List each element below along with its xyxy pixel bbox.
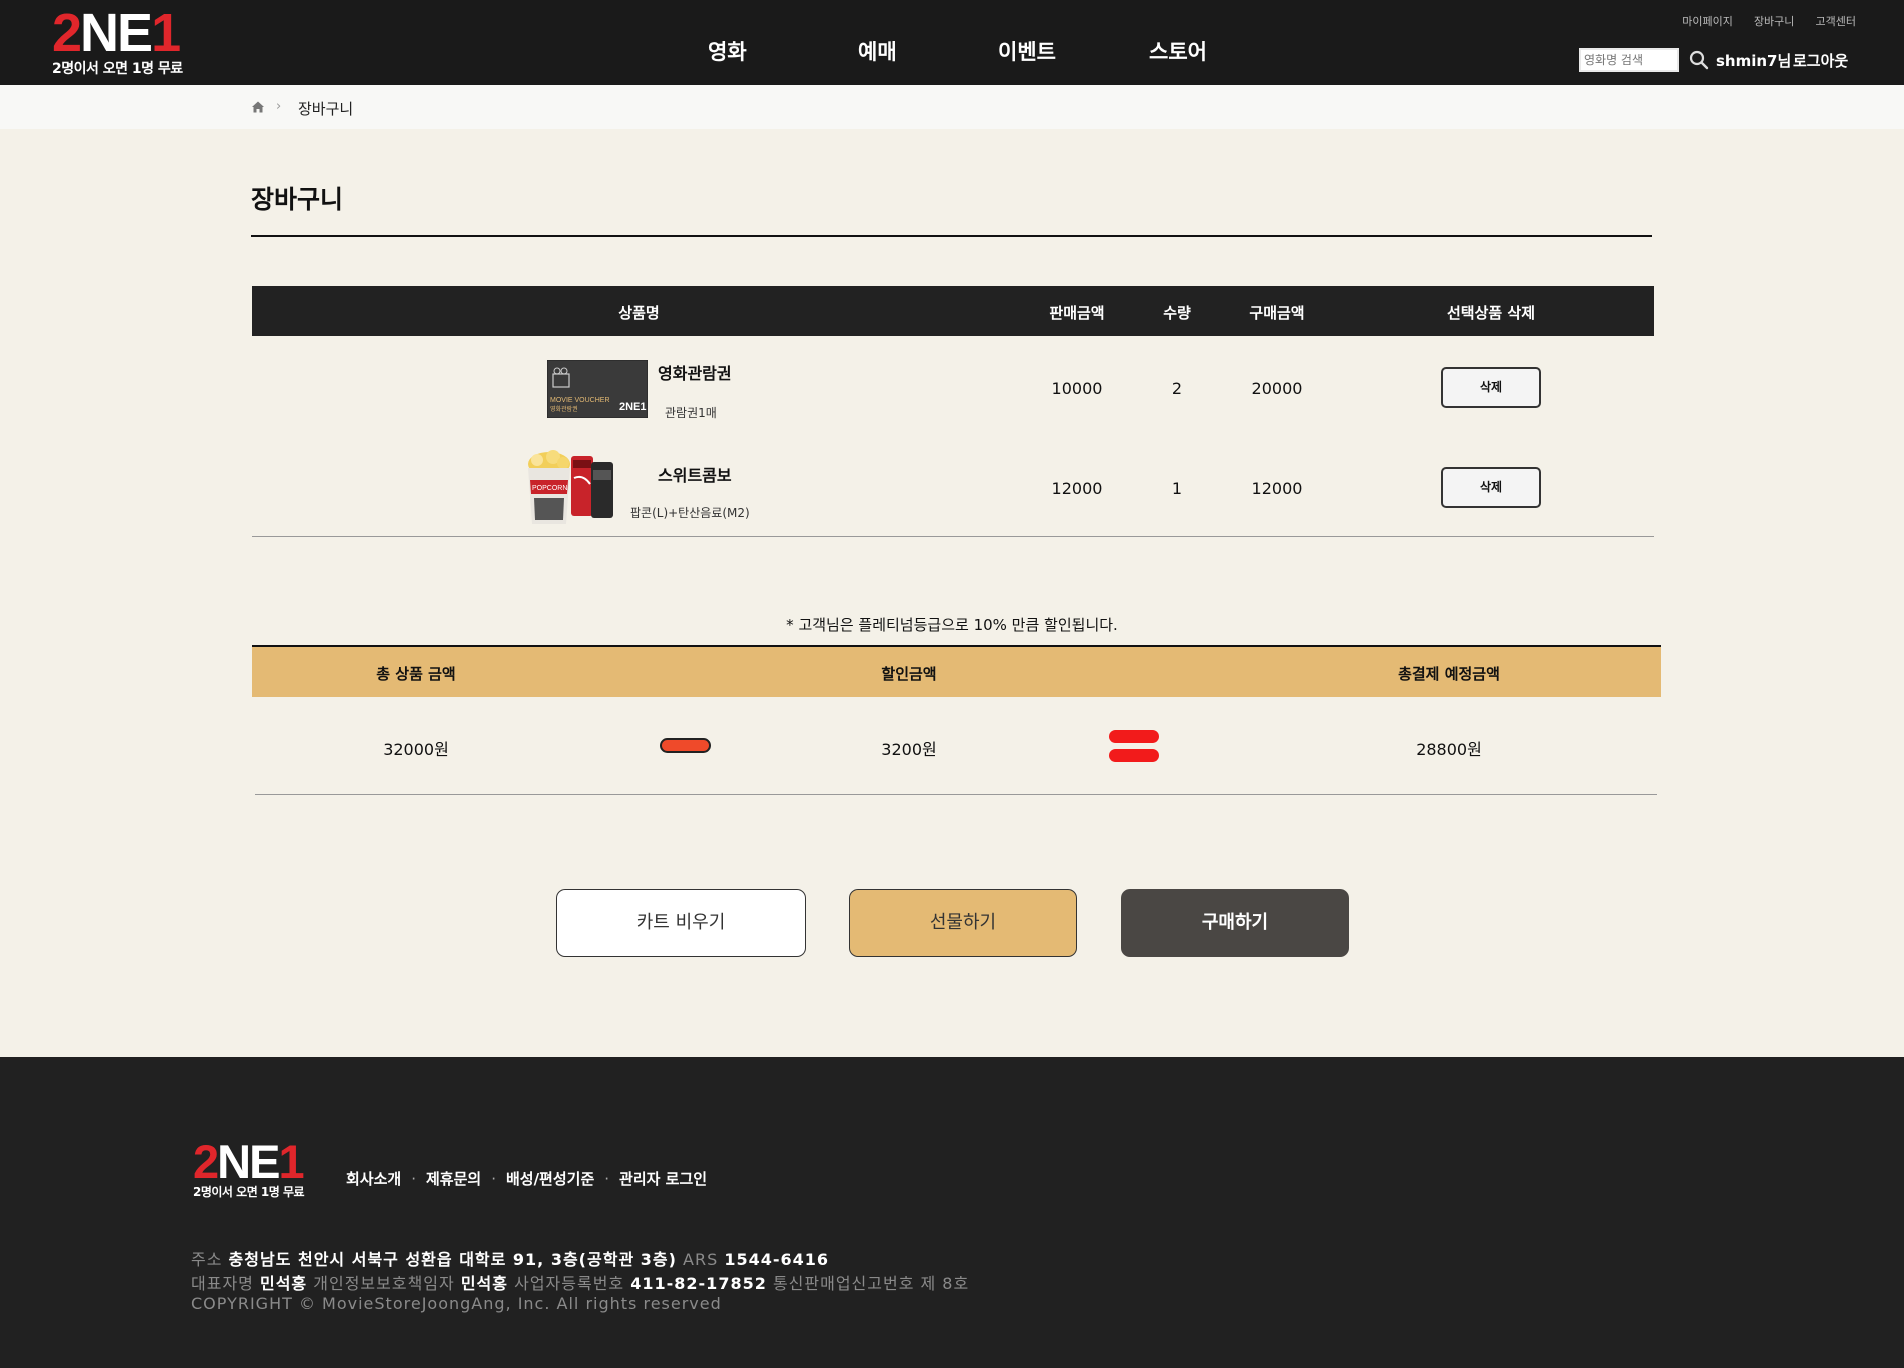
- user-name: shmin7님: [1716, 52, 1792, 70]
- nav-booking[interactable]: 예매: [858, 36, 897, 66]
- buy-button[interactable]: 구매하기: [1121, 889, 1349, 957]
- movie-voucher-icon: MOVIE VOUCHER 영화관람권 2NE1: [547, 360, 648, 418]
- ceo-value: 민석홍: [259, 1274, 308, 1293]
- discount-note: * 고객님은 플레티넘등급으로 10% 만큼 할인됩니다.: [786, 616, 1118, 634]
- minus-icon: [660, 738, 711, 753]
- biz-number-label: 사업자등록번호: [514, 1274, 625, 1293]
- privacy-value: 민석홍: [460, 1274, 508, 1293]
- voucher-caption-ko: 영화관람권: [550, 405, 578, 413]
- search-input[interactable]: [1579, 48, 1679, 72]
- footer-link-admin[interactable]: 관리자 로그인: [619, 1170, 707, 1188]
- footer-logo-tagline: 2명이서 오면 1명 무료: [193, 1185, 305, 1199]
- summary-total-value: 32000원: [383, 740, 449, 759]
- biz-number-value: 411-82-17852: [630, 1274, 767, 1293]
- cart-row: POPCORN 스위트콤보 팝콘(L)+탄산음료(M2) 12000 1 120…: [252, 446, 1654, 546]
- page-title: 장바구니: [251, 185, 344, 214]
- ceo-label: 대표자명: [191, 1274, 254, 1293]
- product-name: 영화관람권: [658, 364, 732, 383]
- product-desc: 관람권1매: [665, 406, 717, 420]
- delete-button[interactable]: 삭제: [1441, 367, 1541, 408]
- footer-logo: 2NE1 2명이서 오면 1명 무료: [193, 1135, 305, 1200]
- cart-row: MOVIE VOUCHER 영화관람권 2NE1 영화관람권 관람권1매 100…: [252, 346, 1654, 446]
- footer-logo-wordmark: 2NE1: [193, 1135, 305, 1188]
- product-total: 12000: [1251, 479, 1303, 498]
- ars-value: 1544-6416: [724, 1250, 830, 1269]
- nav-movie[interactable]: 영화: [708, 36, 747, 66]
- cart-divider: [252, 536, 1654, 537]
- col-qty: 수량: [1163, 304, 1191, 322]
- summary-final-value: 28800원: [1416, 740, 1482, 759]
- breadcrumb-current: 장바구니: [298, 100, 354, 118]
- copyright: COPYRIGHT © MovieStoreJoongAng, Inc. All…: [191, 1294, 722, 1313]
- popcorn-combo-icon: POPCORN: [528, 450, 613, 524]
- footer-address-line: 주소 충청남도 천안시 서북구 성환읍 대학로 91, 3층(공학관 3층) A…: [191, 1246, 829, 1270]
- popcorn-caption: POPCORN: [532, 485, 567, 492]
- product-name: 스위트콤보: [658, 466, 732, 485]
- gift-button[interactable]: 선물하기: [849, 889, 1077, 957]
- nav-event[interactable]: 이벤트: [998, 36, 1056, 66]
- footer-links: 회사소개 · 제휴문의 · 배성/편성기준 · 관리자 로그인: [346, 1168, 707, 1189]
- util-mypage[interactable]: 마이페이지: [1682, 15, 1733, 28]
- voucher-caption: MOVIE VOUCHER: [550, 397, 610, 404]
- address-label: 주소: [191, 1250, 223, 1269]
- cart-table-header: 상품명 판매금액 수량 구매금액 선택상품 삭제: [252, 286, 1654, 336]
- title-divider: [251, 235, 1652, 237]
- summary-discount-value: 3200원: [881, 740, 937, 759]
- delete-button[interactable]: 삭제: [1441, 467, 1541, 508]
- chevron-right-icon: ›: [276, 99, 282, 114]
- equals-icon: [1109, 730, 1159, 762]
- search-box: [1579, 48, 1709, 72]
- clear-cart-button[interactable]: 카트 비우기: [556, 889, 806, 957]
- util-cart[interactable]: 장바구니: [1754, 15, 1794, 28]
- summary-bottom-divider: [255, 794, 1657, 795]
- col-delete: 선택상품 삭제: [1446, 304, 1536, 322]
- separator-dot: ·: [604, 1170, 610, 1188]
- product-total: 20000: [1251, 379, 1303, 398]
- footer-company-line: 대표자명 민석홍 개인정보보호책임자 민석홍 사업자등록번호 411-82-17…: [191, 1270, 969, 1294]
- product-desc: 팝콘(L)+탄산음료(M2): [630, 506, 750, 520]
- summary-col-discount: 할인금액: [881, 665, 937, 683]
- footer-link-about[interactable]: 회사소개: [346, 1170, 401, 1188]
- util-links: 마이페이지 장바구니 고객센터: [1666, 10, 1856, 29]
- main-nav: 영화 예매 이벤트 스토어: [0, 0, 1904, 85]
- separator-dot: ·: [411, 1170, 416, 1188]
- separator-dot: ·: [491, 1170, 496, 1188]
- nav-store[interactable]: 스토어: [1149, 36, 1207, 66]
- product-price: 10000: [1051, 379, 1103, 398]
- product-price: 12000: [1051, 479, 1103, 498]
- summary-col-total: 총 상품 금액: [376, 665, 456, 683]
- util-support[interactable]: 고객센터: [1816, 15, 1856, 28]
- product-qty: 2: [1171, 379, 1183, 398]
- privacy-label: 개인정보보호책임자: [313, 1274, 455, 1293]
- summary-col-final: 총결제 예정금액: [1398, 665, 1500, 683]
- footer: 2NE1 2명이서 오면 1명 무료 회사소개 · 제휴문의 · 배성/편성기준 · 관리자…: [0, 1057, 1904, 1368]
- footer-link-partner[interactable]: 제휴문의: [426, 1170, 481, 1188]
- col-price: 판매금액: [1049, 304, 1105, 322]
- mail-order-label: 통신판매업신고번호 제 8호: [772, 1274, 970, 1293]
- address-value: 충청남도 천안시 서북구 성환읍 대학로 91, 3층(공학관 3층): [228, 1250, 677, 1269]
- top-header: 2NE1 2명이서 오면 1명 무료 영화 예매 이벤트 스토어 마이페이지 장…: [0, 0, 1904, 85]
- col-product: 상품명: [618, 304, 660, 322]
- ars-label: ARS: [683, 1250, 719, 1269]
- breadcrumb: › 장바구니: [0, 85, 1904, 129]
- footer-link-policy[interactable]: 배성/편성기준: [506, 1170, 594, 1188]
- svg-text:2NE1: 2NE1: [619, 401, 647, 413]
- home-icon[interactable]: [251, 100, 265, 114]
- summary-header: 총 상품 금액 할인금액 총결제 예정금액: [252, 647, 1661, 697]
- search-icon[interactable]: [1689, 50, 1709, 70]
- product-qty: 1: [1171, 479, 1183, 498]
- logout-link[interactable]: 로그아웃: [1793, 50, 1848, 71]
- col-total: 구매금액: [1249, 304, 1305, 322]
